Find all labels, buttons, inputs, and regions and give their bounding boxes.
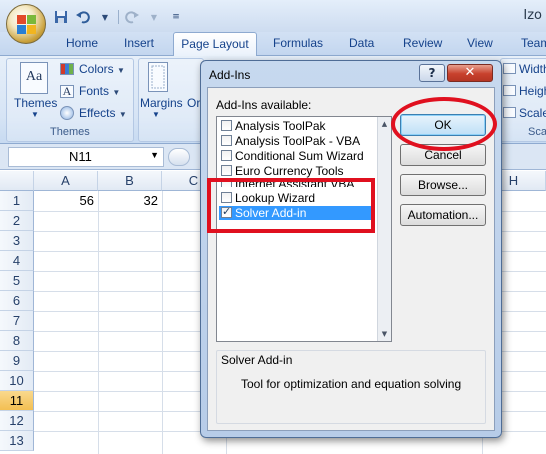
row-header[interactable]: 2	[0, 211, 34, 231]
row-header[interactable]: 7	[0, 311, 34, 331]
save-icon[interactable]	[52, 9, 70, 25]
undo-dropdown-icon[interactable]: ▼	[96, 9, 114, 25]
fonts-button[interactable]: Fonts ▼	[79, 84, 120, 98]
orientation-button-partial[interactable]: Or	[187, 96, 200, 110]
margins-dropdown-icon[interactable]: ▼	[152, 110, 160, 119]
office-button[interactable]	[6, 4, 46, 44]
dialog-title: Add-Ins	[209, 68, 251, 82]
list-item-label: Euro Currency Tools	[235, 164, 344, 178]
name-box-dropdown-icon[interactable]: ▼	[150, 150, 159, 160]
tab-home[interactable]: Home	[66, 36, 98, 56]
highlight-ellipse-annotation	[391, 97, 497, 151]
row-header[interactable]: 12	[0, 411, 34, 431]
description-text: Tool for optimization and equation solvi…	[241, 377, 462, 391]
tab-formulas[interactable]: Formulas	[273, 36, 323, 56]
help-button[interactable]: ?	[419, 64, 445, 82]
row-header[interactable]: 4	[0, 251, 34, 271]
effects-icon	[60, 106, 74, 120]
name-box-value: N11	[69, 149, 92, 164]
tab-page-layout[interactable]: Page Layout	[173, 32, 257, 57]
description-title: Solver Add-in	[221, 353, 293, 367]
redo-icon[interactable]	[123, 9, 141, 25]
add-ins-available-label: Add-Ins available:	[216, 98, 312, 112]
tab-review[interactable]: Review	[403, 36, 442, 56]
list-item-analysis-toolpak-vba[interactable]: Analysis ToolPak - VBA	[219, 134, 375, 148]
colors-button[interactable]: Colors ▼	[79, 62, 125, 76]
list-item-label: Conditional Sum Wizard	[235, 149, 364, 163]
ribbon-tabs: Home Insert Page Layout Formulas Data Re…	[0, 32, 546, 57]
column-header[interactable]: A	[34, 171, 98, 191]
list-item-conditional-sum-wizard[interactable]: Conditional Sum Wizard	[219, 149, 375, 163]
gridline	[162, 191, 163, 454]
row-header-selected[interactable]: 11	[0, 391, 34, 411]
title-bar: ▼ ▼ ≡ Izo	[0, 0, 546, 32]
margins-icon[interactable]	[148, 62, 168, 92]
row-header[interactable]: 8	[0, 331, 34, 351]
group-label-scale: Sca	[528, 126, 546, 138]
close-button[interactable]: ✕	[447, 64, 493, 82]
tab-team[interactable]: Team	[521, 36, 546, 56]
cell-b1[interactable]: 32	[98, 191, 162, 211]
name-box[interactable]: N11 ▼	[8, 147, 164, 167]
row-header[interactable]: 13	[0, 431, 34, 451]
description-group: Solver Add-in Tool for optimization and …	[216, 350, 486, 424]
browse-button[interactable]: Browse...	[400, 174, 486, 196]
row-header[interactable]: 3	[0, 231, 34, 251]
width-label[interactable]: Width	[519, 62, 546, 76]
gridline	[98, 191, 99, 454]
height-label[interactable]: Heigh	[519, 84, 546, 98]
group-label-themes: Themes	[50, 126, 90, 138]
cell-a1[interactable]: 56	[34, 191, 98, 211]
formula-bar-resize-handle[interactable]	[168, 148, 190, 166]
office-logo-icon	[17, 15, 37, 35]
effects-button[interactable]: Effects ▼	[79, 106, 127, 120]
list-scrollbar[interactable]: ▲ ▼	[377, 117, 391, 341]
quick-access-toolbar: ▼ ▼ ≡	[52, 8, 185, 26]
undo-icon[interactable]	[74, 9, 92, 25]
row-header[interactable]: 10	[0, 371, 34, 391]
scale-label[interactable]: Scale	[519, 106, 546, 120]
tab-insert[interactable]: Insert	[124, 36, 154, 56]
checkbox-euro-currency-tools[interactable]	[221, 165, 232, 176]
select-all-corner[interactable]	[0, 171, 34, 191]
list-item-analysis-toolpak[interactable]: Analysis ToolPak	[219, 119, 375, 133]
checkbox-conditional-sum-wizard[interactable]	[221, 150, 232, 161]
scroll-down-icon[interactable]: ▼	[378, 327, 391, 341]
height-icon	[503, 85, 516, 96]
tab-view[interactable]: View	[467, 36, 493, 56]
themes-dropdown-icon[interactable]: ▼	[31, 110, 39, 119]
customize-qat-icon[interactable]: ≡	[167, 9, 185, 25]
row-header[interactable]: 5	[0, 271, 34, 291]
themes-button[interactable]: Themes	[14, 96, 57, 110]
column-header[interactable]: B	[98, 171, 162, 191]
list-item-label: Analysis ToolPak - VBA	[235, 134, 361, 148]
scroll-up-icon[interactable]: ▲	[378, 117, 391, 131]
colors-icon	[60, 63, 74, 75]
highlight-rectangle-annotation	[207, 178, 375, 233]
list-item-label: Analysis ToolPak	[235, 119, 326, 133]
list-item-euro-currency-tools[interactable]: Euro Currency Tools	[219, 164, 375, 178]
width-icon	[503, 63, 516, 74]
window-title: Izo	[523, 8, 542, 23]
row-header[interactable]: 6	[0, 291, 34, 311]
row-header[interactable]: 1	[0, 191, 34, 211]
row-header[interactable]: 9	[0, 351, 34, 371]
qat-separator	[118, 10, 119, 24]
scale-icon	[503, 107, 516, 118]
themes-icon[interactable]: Aa	[20, 62, 48, 94]
checkbox-analysis-toolpak-vba[interactable]	[221, 135, 232, 146]
fonts-icon: A	[60, 85, 74, 98]
margins-button[interactable]: Margins	[140, 96, 183, 110]
tab-data[interactable]: Data	[349, 36, 374, 56]
checkbox-analysis-toolpak[interactable]	[221, 120, 232, 131]
automation-button[interactable]: Automation...	[400, 204, 486, 226]
redo-dropdown-icon[interactable]: ▼	[145, 9, 163, 25]
